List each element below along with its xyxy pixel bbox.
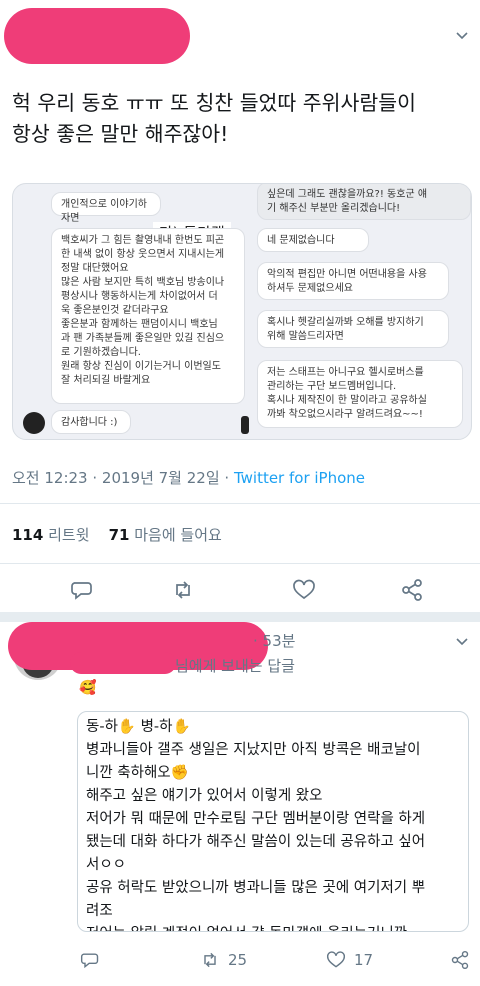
- like-button[interactable]: 17: [326, 949, 373, 971]
- heart-icon[interactable]: [292, 578, 316, 602]
- like-count: 17: [354, 951, 374, 969]
- chat-bubble-right: 네 문제없습니다: [257, 228, 369, 252]
- reply-button[interactable]: [80, 949, 100, 971]
- retweet-count: 25: [228, 951, 248, 969]
- retweet-count[interactable]: 114: [12, 526, 43, 544]
- reply-line: 니깐 축하해오✊: [86, 765, 189, 781]
- chat-bubble-right: 저는 스태프는 아니구요 헬시로버스를 관리하는 구단 보드멤버입니다. 혹시나…: [257, 360, 463, 428]
- redacted-reply-target: [70, 652, 176, 674]
- chevron-down-icon[interactable]: [455, 634, 469, 648]
- retweet-icon: [204, 952, 216, 968]
- chat-bubble-left: 감사합니다 :): [51, 410, 131, 434]
- chevron-down-icon[interactable]: [455, 28, 469, 42]
- reply-line: 저어가 뭐 때문에 만수로팀 구단 멤버분이랑 연락을 하게: [86, 811, 426, 827]
- reply-line: 려조: [86, 903, 113, 919]
- chat-bubble-right: 악의적 편집만 아니면 어떤내용을 사용 하셔두 문제없으세요: [257, 262, 449, 300]
- reply-to-label: 님에게 보내는 답글: [175, 657, 295, 675]
- like-count[interactable]: 71: [109, 526, 130, 544]
- tweet-source-link[interactable]: Twitter for iPhone: [234, 469, 365, 487]
- heart-icon: [326, 951, 346, 968]
- reply-line: 해주고 싶은 얘기가 있어서 이렇게 왔오: [86, 788, 323, 804]
- emoji: 🥰: [79, 680, 97, 696]
- tweet-timestamp: 오전 12:23 · 2019년 7월 22일 · Twitter for iP…: [12, 467, 365, 488]
- redacted-author: [4, 8, 190, 64]
- tweet-action-bar: [0, 570, 480, 610]
- divider: [0, 503, 480, 504]
- reply-line: 서ㅇㅇ: [86, 857, 127, 873]
- share-icon[interactable]: [400, 578, 424, 602]
- chat-avatar: [241, 416, 249, 434]
- divider: [0, 563, 480, 564]
- tweet-text-line: 항상 좋은 말만 해주잖아!: [12, 122, 229, 146]
- chat-bubble-left: 개인적으로 이야기하자면: [51, 192, 161, 224]
- reply-quote-box: 동-하✋ 병-하✋ 병과니들아 갤주 생일은 지났지만 아직 방콕은 배코날이 …: [77, 711, 469, 932]
- reply-time: · 53분: [253, 632, 296, 650]
- reply-icon: [80, 953, 99, 969]
- retweet-button[interactable]: 25: [200, 949, 247, 971]
- like-label[interactable]: 마음에 들어요: [134, 526, 222, 544]
- chat-avatar: [23, 412, 45, 434]
- chat-bubble-right: 혹시나 헷갈리실까봐 오해를 방지하기 위해 말씀드리자면: [257, 310, 449, 348]
- reply-action-bar: 25 17: [0, 945, 480, 977]
- reply-line: 병과니들아 갤주 생일은 지났지만 아직 방콕은 배코날이: [86, 742, 421, 758]
- tweet-text-line: 헉 우리 동호 ㅠㅠ 또 칭찬 들었따 주위사람들이: [12, 91, 416, 115]
- reply-line: 됐는데 대화 하다가 해주신 말씀이 있는데 공유하고 싶어: [86, 834, 426, 850]
- reply-line: 공유 허락도 받았으니까 병과니들 많은 곳에 여기저기 뿌: [86, 880, 426, 896]
- section-separator: [0, 612, 480, 622]
- tweet-media-image[interactable]: 개인적으로 이야기하자면 타) 동마갤 백호씨가 그 힘든 촬영내내 한번도 피…: [12, 183, 472, 440]
- tweet-time: 오전 12:23 · 2019년 7월 22일 ·: [12, 469, 234, 487]
- share-button[interactable]: [450, 949, 470, 971]
- chat-bubble-left: 백호씨가 그 힘든 촬영내내 한번도 피곤 한 내색 없이 항상 웃으면서 지내…: [51, 228, 245, 404]
- reply-line: 동-하✋ 병-하✋: [86, 719, 191, 735]
- tweet-stats: 114 리트윗 71 마음에 들어요: [12, 524, 222, 545]
- share-icon: [451, 950, 469, 970]
- retweet-label[interactable]: 리트윗: [48, 526, 89, 544]
- reply-line: 저어는 알릴 계정이 없어서 걍 동마갤에 올리는거니깐: [86, 923, 460, 931]
- tweet-text: 헉 우리 동호 ㅠㅠ 또 칭찬 들었따 주위사람들이 항상 좋은 말만 해주잖아…: [12, 88, 472, 150]
- retweet-icon[interactable]: [171, 578, 195, 602]
- reply-icon[interactable]: [70, 578, 94, 602]
- chat-bubble-right: 싶은데 그래도 괜찮을까요?! 동호군 얘 기 해주신 부분만 올리겠습니다!: [257, 184, 471, 220]
